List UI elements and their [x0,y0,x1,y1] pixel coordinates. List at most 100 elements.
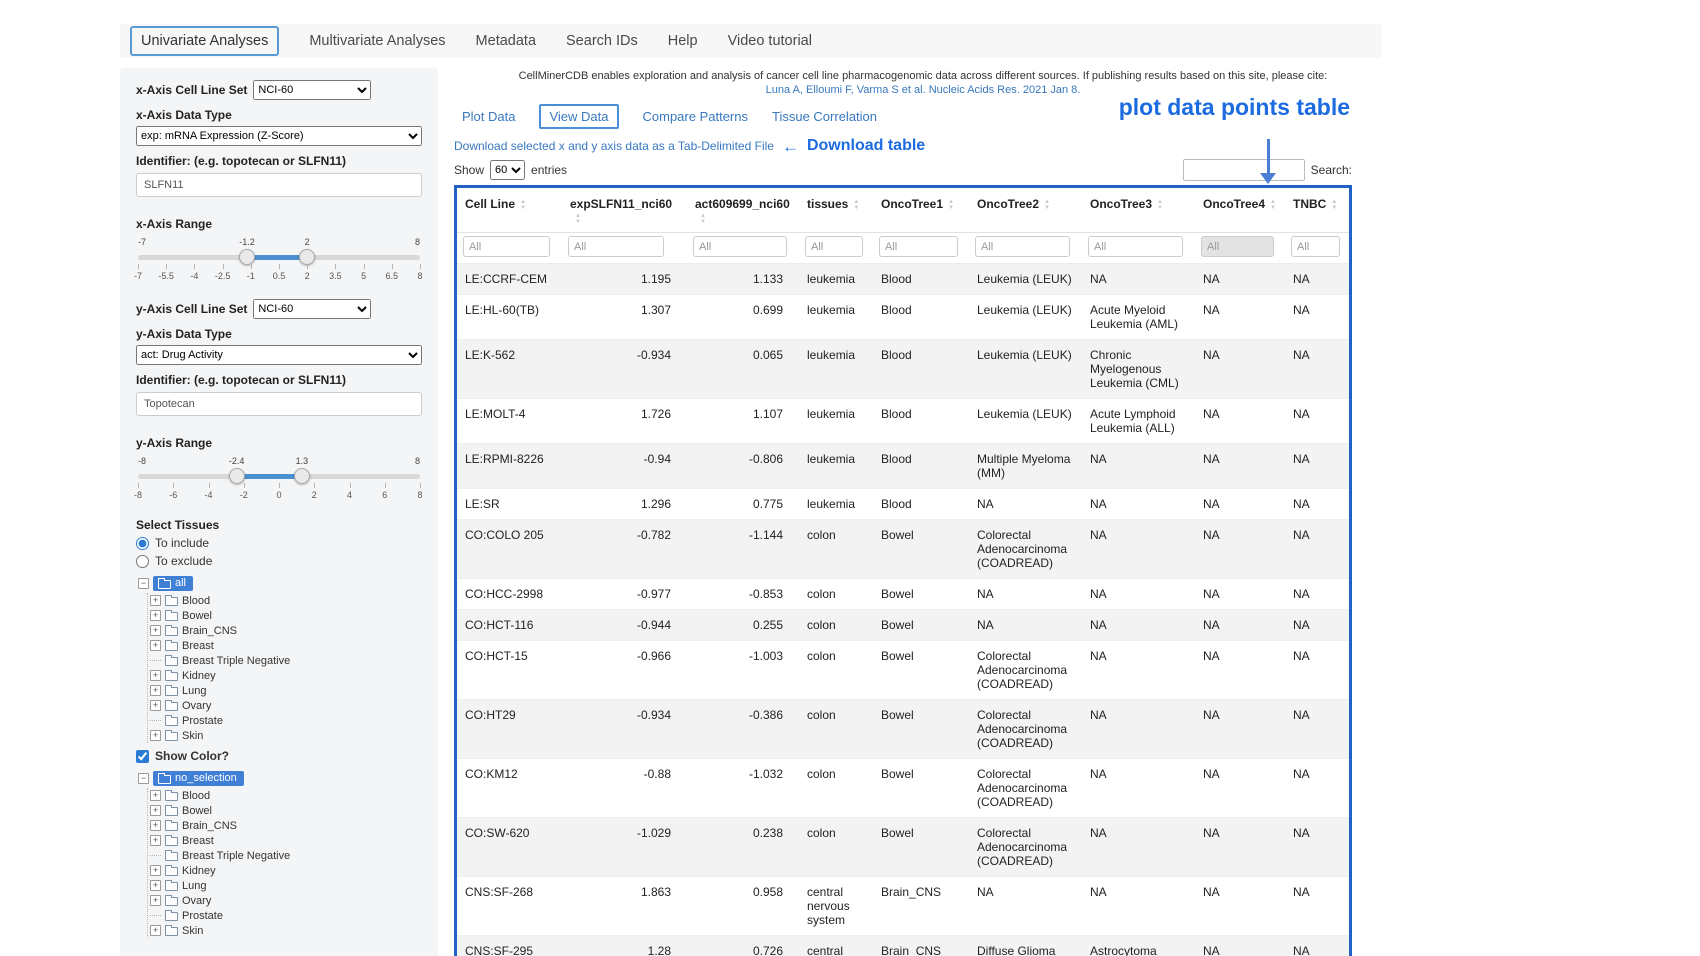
entries-select[interactable]: 60 [490,160,525,180]
table-row[interactable]: LE:RPMI-8226-0.94-0.806leukemiaBloodMult… [457,444,1349,489]
x-cell-line-set-select[interactable]: NCI-60 [253,80,371,100]
tab-tissue-correlation[interactable]: Tissue Correlation [772,109,877,124]
tree-item-breast-triple-negative[interactable]: Breast Triple Negative [150,848,422,863]
nav-tab-univariate-analyses[interactable]: Univariate Analyses [130,26,279,56]
table-row[interactable]: CO:HT29-0.934-0.386colonBowelColorectal … [457,700,1349,759]
table-row[interactable]: LE:MOLT-41.7261.107leukemiaBloodLeukemia… [457,399,1349,444]
x-identifier-input[interactable] [136,173,422,197]
nav-tab-metadata[interactable]: Metadata [476,33,536,49]
tree-item-bowel[interactable]: +Bowel [150,608,422,623]
column-header-expslfn11-nci60[interactable]: expSLFN11_nci60▲▼ [562,188,687,233]
x-range-slider[interactable]: -78-1.22-7-5.5-4-2.5-10.523.556.58 [138,235,420,285]
y-identifier-input[interactable] [136,392,422,416]
tree-item-breast[interactable]: +Breast [150,833,422,848]
expand-icon[interactable]: + [150,640,161,651]
y-data-type-select[interactable]: act: Drug Activity [136,345,422,365]
table-row[interactable]: CO:HCC-2998-0.977-0.853colonBowelNANANAN… [457,579,1349,610]
tab-view-data[interactable]: View Data [539,104,618,129]
expand-icon[interactable]: + [150,610,161,621]
sort-icon[interactable]: ▲▼ [1157,199,1163,211]
table-row[interactable]: LE:SR1.2960.775leukemiaBloodNANANANA [457,489,1349,520]
to-include-option[interactable]: To include [136,536,422,550]
search-input[interactable] [1183,159,1305,181]
tree-item-lung[interactable]: +Lung [150,878,422,893]
filter-input-act609699-nci60[interactable] [693,236,787,257]
expand-icon[interactable]: + [150,820,161,831]
expand-icon[interactable]: + [150,625,161,636]
tree-item-brain-cns[interactable]: +Brain_CNS [150,818,422,833]
filter-input-oncotree2[interactable] [975,236,1070,257]
x-data-type-select[interactable]: exp: mRNA Expression (Z-Score) [136,126,422,146]
expand-icon[interactable]: + [150,895,161,906]
table-row[interactable]: CO:HCT-15-0.966-1.003colonBowelColorecta… [457,641,1349,700]
collapse-icon[interactable]: − [138,773,149,784]
column-header-act609699-nci60[interactable]: act609699_nci60▲▼ [687,188,799,233]
tree-item-skin[interactable]: +Skin [150,923,422,938]
column-header-tnbc[interactable]: TNBC▲▼ [1285,188,1349,233]
tree-item-skin[interactable]: +Skin [150,728,422,743]
tree-item-prostate[interactable]: Prostate [150,908,422,923]
expand-icon[interactable]: + [150,595,161,606]
to-include-radio[interactable] [136,537,149,550]
expand-icon[interactable]: + [150,835,161,846]
expand-icon[interactable]: + [150,790,161,801]
expand-icon[interactable]: + [150,730,161,741]
filter-input-cell-line[interactable] [463,236,550,257]
tab-plot-data[interactable]: Plot Data [462,109,515,124]
tree-item-blood[interactable]: +Blood [150,593,422,608]
filter-input-expslfn11-nci60[interactable] [568,236,664,257]
show-color-checkbox[interactable] [136,750,149,763]
tree-item-kidney[interactable]: +Kidney [150,668,422,683]
column-header-cell-line[interactable]: Cell Line▲▼ [457,188,562,233]
slider-handle[interactable] [294,468,310,484]
tab-compare-patterns[interactable]: Compare Patterns [643,109,749,124]
collapse-icon[interactable]: − [138,578,149,589]
column-header-oncotree4[interactable]: OncoTree4▲▼ [1195,188,1285,233]
sort-icon[interactable]: ▲▼ [575,213,581,225]
expand-icon[interactable]: + [150,670,161,681]
sort-icon[interactable]: ▲▼ [1270,199,1276,211]
sort-icon[interactable]: ▲▼ [948,199,954,211]
slider-handle[interactable] [229,468,245,484]
expand-icon[interactable]: + [150,685,161,696]
y-cell-line-set-select[interactable]: NCI-60 [253,299,371,319]
to-exclude-option[interactable]: To exclude [136,554,422,568]
expand-icon[interactable]: + [150,700,161,711]
show-color-option[interactable]: Show Color? [136,749,422,763]
table-row[interactable]: LE:HL-60(TB)1.3070.699leukemiaBloodLeuke… [457,295,1349,340]
tree-item-breast-triple-negative[interactable]: Breast Triple Negative [150,653,422,668]
expand-icon[interactable]: + [150,805,161,816]
sort-icon[interactable]: ▲▼ [700,213,706,225]
tree-root-all[interactable]: −all [138,576,422,591]
table-row[interactable]: CO:COLO 205-0.782-1.144colonBowelColorec… [457,520,1349,579]
tree-item-brain-cns[interactable]: +Brain_CNS [150,623,422,638]
slider-handle[interactable] [239,249,255,265]
filter-input-tissues[interactable] [805,236,863,257]
column-header-tissues[interactable]: tissues▲▼ [799,188,873,233]
download-link[interactable]: Download selected x and y axis data as a… [454,139,774,153]
tree-item-lung[interactable]: +Lung [150,683,422,698]
y-range-slider[interactable]: -88-2.41.3-8-6-4-202468 [138,454,420,504]
sort-icon[interactable]: ▲▼ [520,199,526,211]
sort-icon[interactable]: ▲▼ [853,199,859,211]
column-header-oncotree2[interactable]: OncoTree2▲▼ [969,188,1082,233]
filter-input-oncotree4[interactable] [1201,236,1274,257]
tree-root-no-selection[interactable]: −no_selection [138,771,422,786]
expand-icon[interactable]: + [150,880,161,891]
column-header-oncotree1[interactable]: OncoTree1▲▼ [873,188,969,233]
tree-item-prostate[interactable]: Prostate [150,713,422,728]
tree-item-kidney[interactable]: +Kidney [150,863,422,878]
table-row[interactable]: CNS:SF-2951.280.726central nervous syste… [457,936,1349,956]
nav-tab-video-tutorial[interactable]: Video tutorial [728,33,812,49]
table-row[interactable]: CNS:SF-2681.8630.958central nervous syst… [457,877,1349,936]
filter-input-oncotree3[interactable] [1088,236,1183,257]
tree-item-breast[interactable]: +Breast [150,638,422,653]
slider-handle[interactable] [299,249,315,265]
column-header-oncotree3[interactable]: OncoTree3▲▼ [1082,188,1195,233]
table-row[interactable]: LE:K-562-0.9340.065leukemiaBloodLeukemia… [457,340,1349,399]
expand-icon[interactable]: + [150,925,161,936]
sort-icon[interactable]: ▲▼ [1331,199,1337,211]
expand-icon[interactable]: + [150,865,161,876]
table-row[interactable]: CO:KM12-0.88-1.032colonBowelColorectal A… [457,759,1349,818]
nav-tab-help[interactable]: Help [668,33,698,49]
